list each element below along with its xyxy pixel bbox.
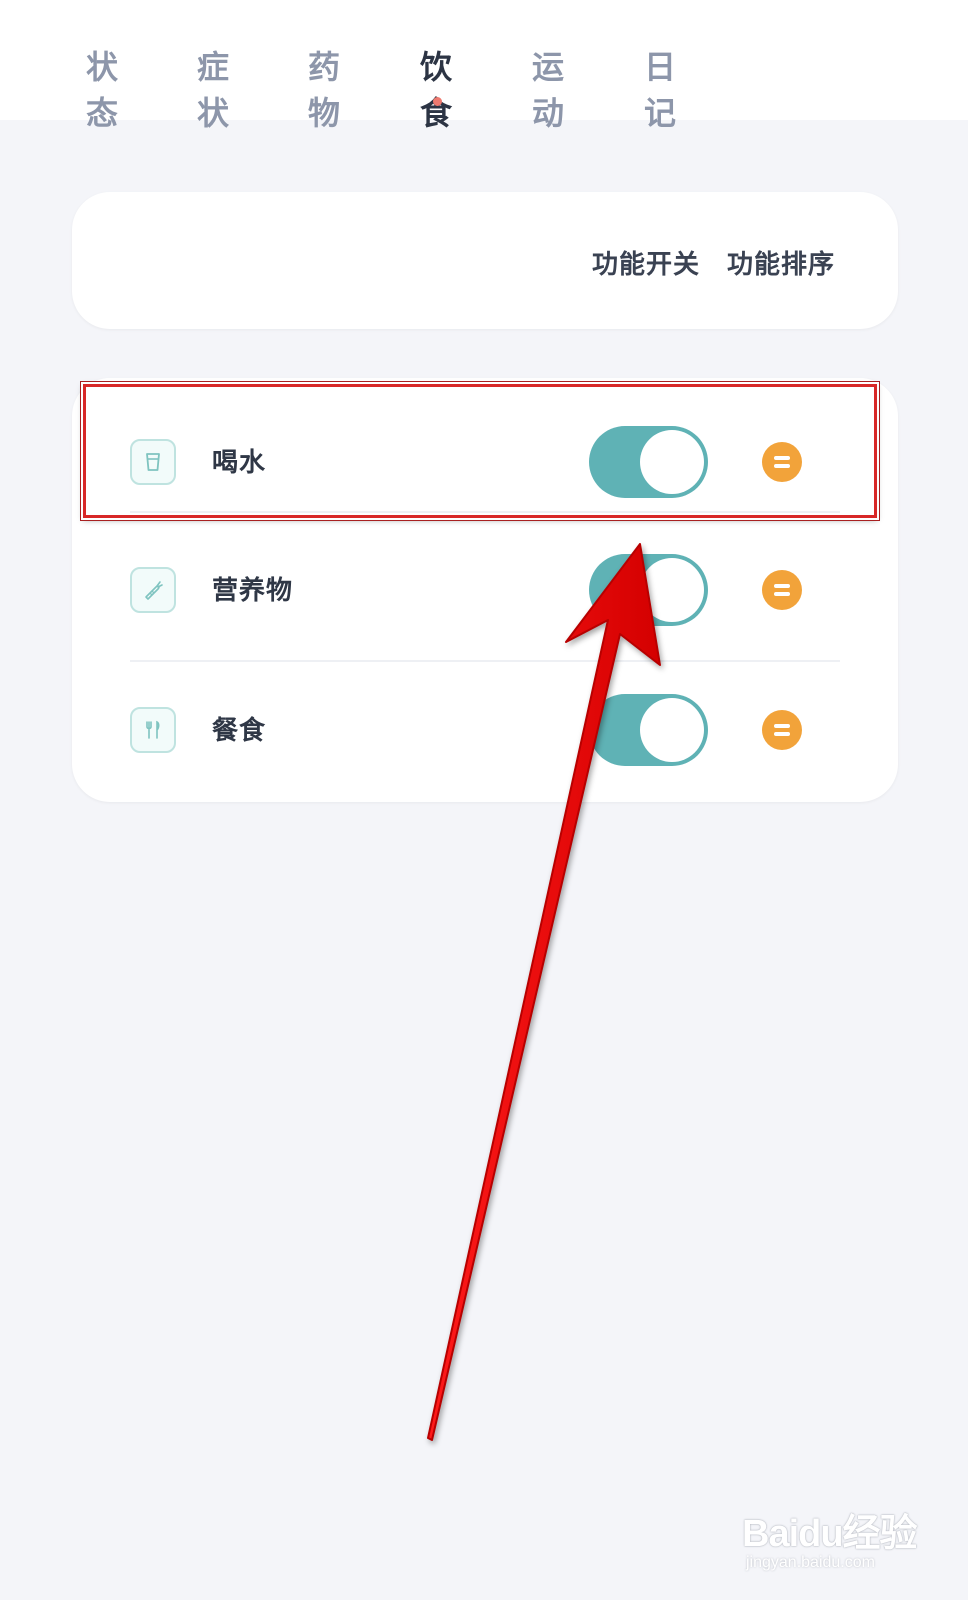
page: 状态 症状 药物 饮食 运动 日记 功能开关 功能排序 喝水 营养物 餐食 Ba… — [0, 0, 968, 1600]
baidu-watermark-logo: Baidu经验 jingyan.baidu.com — [742, 1488, 932, 1578]
watermark-brand: Baidu经验 — [742, 1513, 918, 1555]
watermark-url: jingyan.baidu.com — [746, 1554, 875, 1571]
annotation-arrow — [427, 543, 661, 1441]
